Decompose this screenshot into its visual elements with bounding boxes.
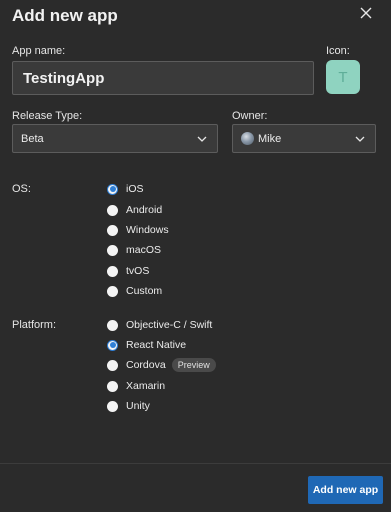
os-option-custom[interactable]: Custom bbox=[107, 283, 162, 299]
os-option-ios[interactable]: iOS bbox=[107, 181, 144, 197]
radio-icon[interactable] bbox=[107, 265, 118, 277]
avatar bbox=[241, 132, 254, 145]
os-option-label: macOS bbox=[126, 244, 162, 256]
platform-label: Platform: bbox=[12, 319, 57, 331]
platform-option-objc-swift[interactable]: Objective-C / Swift bbox=[107, 317, 212, 333]
radio-icon[interactable] bbox=[107, 400, 118, 412]
os-option-macos[interactable]: macOS bbox=[107, 242, 161, 258]
radio-icon[interactable] bbox=[107, 380, 118, 392]
os-option-label: iOS bbox=[126, 183, 144, 195]
radio-icon[interactable] bbox=[107, 204, 118, 216]
os-option-label: Custom bbox=[126, 285, 163, 297]
app-icon-tile[interactable]: T bbox=[326, 60, 360, 94]
dialog-title: Add new app bbox=[12, 6, 118, 25]
platform-option-label: Xamarin bbox=[126, 380, 166, 392]
footer-divider bbox=[0, 463, 391, 464]
os-option-label: Android bbox=[126, 204, 163, 216]
os-label: OS: bbox=[12, 183, 31, 195]
os-option-label: tvOS bbox=[126, 265, 150, 277]
preview-badge: Preview bbox=[171, 358, 216, 372]
owner-value: Mike bbox=[258, 132, 282, 145]
owner-select[interactable]: Mike bbox=[232, 124, 376, 153]
os-option-label: Windows bbox=[126, 224, 169, 236]
app-name-label: App name: bbox=[12, 45, 66, 57]
platform-option-label: Unity bbox=[126, 400, 150, 412]
platform-option-label: Cordova bbox=[126, 359, 166, 371]
radio-checked-icon[interactable] bbox=[107, 183, 118, 195]
os-option-android[interactable]: Android bbox=[107, 202, 162, 218]
os-option-tvos[interactable]: tvOS bbox=[107, 263, 149, 279]
radio-checked-icon[interactable] bbox=[107, 339, 118, 351]
radio-icon[interactable] bbox=[107, 319, 118, 331]
platform-option-label: React Native bbox=[126, 339, 187, 351]
release-type-label: Release Type: bbox=[12, 110, 83, 122]
release-type-select[interactable]: Beta bbox=[12, 124, 218, 153]
chevron-down-icon bbox=[197, 136, 207, 142]
release-type-value: Beta bbox=[21, 132, 44, 145]
platform-option-label: Objective-C / Swift bbox=[126, 319, 213, 331]
app-name-input[interactable] bbox=[12, 61, 314, 95]
owner-label: Owner: bbox=[232, 110, 268, 122]
add-new-app-button[interactable]: Add new app bbox=[308, 476, 383, 504]
radio-icon[interactable] bbox=[107, 285, 118, 297]
chevron-down-icon bbox=[355, 136, 365, 142]
platform-option-react-native[interactable]: React Native bbox=[107, 337, 186, 353]
radio-icon[interactable] bbox=[107, 224, 118, 236]
icon-label: Icon: bbox=[326, 45, 350, 57]
radio-icon[interactable] bbox=[107, 244, 118, 256]
os-option-windows[interactable]: Windows bbox=[107, 222, 169, 238]
app-icon-letter: T bbox=[338, 68, 348, 86]
platform-option-cordova[interactable]: Cordova Preview bbox=[107, 357, 216, 373]
platform-option-xamarin[interactable]: Xamarin bbox=[107, 378, 165, 394]
add-app-dialog: Add new app App name: Icon: T Release Ty… bbox=[0, 0, 391, 512]
platform-option-unity[interactable]: Unity bbox=[107, 398, 150, 414]
radio-icon[interactable] bbox=[107, 359, 118, 371]
close-icon[interactable] bbox=[359, 6, 375, 22]
